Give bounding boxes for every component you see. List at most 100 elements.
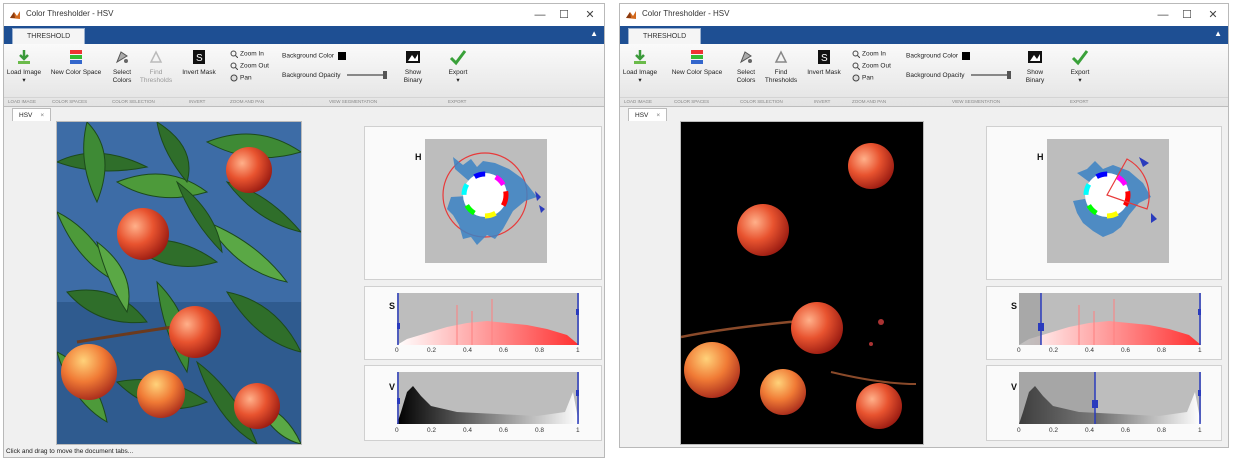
saturation-panel: S 0 0.2 0.4 0.6 0.8 1 [364,286,602,360]
pan-button[interactable]: Pan [852,74,874,82]
color-thresholder-window-1: Color Thresholder - HSV — ☐ ✕ THRESHOLD … [3,3,605,458]
original-image[interactable] [56,121,302,445]
tick-label: 0 [395,347,399,354]
group-label: COLOR SPACES [52,99,88,104]
ribbon-toolstrip: Load Image ▾ New Color Space Select Color… [620,44,1228,107]
close-button[interactable]: ✕ [1202,7,1224,23]
new-color-space-button[interactable]: New Color Space [46,48,106,77]
tick-label: 0.6 [499,347,509,354]
collapse-ribbon-icon[interactable]: ▲ [1214,29,1222,38]
value-histogram[interactable] [1019,372,1201,424]
saturation-histogram[interactable] [397,293,579,345]
close-button[interactable]: ✕ [579,7,601,23]
show-binary-button[interactable]: Show Binary [396,48,430,85]
load-image-button[interactable]: Load Image ▾ [622,48,658,85]
background-color-swatch[interactable] [962,52,971,60]
find-thresholds-button[interactable]: Find Thresholds [138,48,174,85]
maximize-button[interactable]: ☐ [1176,7,1198,23]
load-image-button[interactable]: Load Image ▾ [6,48,42,85]
pan-label: Pan [240,74,252,82]
invert-mask-button[interactable]: S Invert Mask [805,48,843,77]
saturation-panel: S 0 0.2 0.4 0.6 0.8 1 [986,286,1222,360]
export-label: Export [448,69,468,76]
tick-label: 0.4 [1085,427,1095,434]
svg-text:S: S [196,53,203,64]
hue-color-wheel [442,152,545,245]
background-opacity-slider[interactable] [346,71,387,80]
new-color-space-button[interactable]: New Color Space [666,48,728,77]
background-color-swatch[interactable] [338,52,347,60]
value-channel-label: V [389,382,396,392]
invert-mask-label: Invert Mask [182,69,216,76]
zoom-out-button[interactable]: Zoom Out [852,62,891,70]
title-bar[interactable]: Color Thresholder - HSV — ☐ ✕ [4,4,604,27]
group-label: INVERT [189,99,206,104]
export-label: Export [1070,69,1090,76]
background-opacity-control: Background Opacity [906,71,1011,80]
tick-label: 0.6 [1121,347,1131,354]
tab-threshold[interactable]: THRESHOLD [12,28,86,45]
select-colors-button[interactable]: Select Colors [109,48,135,85]
doc-tab-hsv[interactable]: HSV × [628,108,668,122]
tab-threshold[interactable]: THRESHOLD [628,28,702,45]
value-panel: V 0 0.2 0.4 0.6 0.8 1 [986,365,1222,441]
group-label: VIEW SEGMENTATION [952,99,1001,104]
background-color-control[interactable]: Background Color [906,52,971,60]
collapse-ribbon-icon[interactable]: ▲ [590,29,598,38]
zoom-out-label: Zoom Out [240,62,269,70]
find-thresholds-button[interactable]: Find Thresholds [762,48,800,85]
masked-image[interactable] [680,121,924,445]
zoom-out-button[interactable]: Zoom Out [230,62,269,70]
export-button[interactable]: Export ▾ [1066,48,1094,85]
ribbon-toolstrip: Load Image ▾ New Color Space Select Color… [4,44,604,107]
pan-button[interactable]: Pan [230,74,252,82]
select-colors-button[interactable]: Select Colors [732,48,760,85]
find-thresholds-icon [149,50,163,63]
show-binary-icon [406,51,420,63]
background-color-label: Background Color [282,52,335,60]
tick-label: 1 [1198,427,1202,434]
matlab-icon [626,11,636,19]
background-opacity-slider[interactable] [970,71,1011,80]
show-binary-button[interactable]: Show Binary [1018,48,1052,85]
tick-label: 0.6 [499,427,509,434]
export-button[interactable]: Export ▾ [444,48,472,85]
select-colors-icon [115,51,128,64]
hue-polar-histogram[interactable] [1047,139,1169,263]
ribbon-group-labels: LOAD IMAGE COLOR SPACES COLOR SELECTION … [620,97,1228,106]
invert-mask-icon: S [818,50,830,64]
tick-label: 0.4 [1085,347,1095,354]
close-tab-icon[interactable]: × [40,112,44,119]
maximize-button[interactable]: ☐ [553,7,575,23]
group-label: ZOOM AND PAN [230,99,265,104]
matlab-icon [10,11,20,19]
close-tab-icon[interactable]: × [656,112,660,119]
minimize-button[interactable]: — [1152,7,1174,23]
new-color-space-label: New Color Space [671,69,723,76]
saturation-histogram[interactable] [1019,293,1201,345]
background-color-control[interactable]: Background Color [282,52,347,60]
tick-label: 0.2 [427,347,437,354]
select-colors-label: Select Colors [736,69,756,84]
invert-mask-button[interactable]: S Invert Mask [180,48,218,77]
load-image-icon [18,50,30,64]
minimize-button[interactable]: — [529,7,551,23]
document-tab-bar: HSV × [4,107,604,122]
peach-tree-photo [57,122,301,444]
value-histogram[interactable] [397,372,579,424]
doc-tab-hsv[interactable]: HSV × [12,108,52,122]
color-space-icon [691,50,703,64]
find-thresholds-label: Find Thresholds [139,69,173,84]
masked-peaches [681,122,923,444]
background-color-label: Background Color [906,52,959,60]
zoom-in-button[interactable]: Zoom In [852,50,886,58]
group-label: INVERT [814,99,831,104]
doc-tab-label: HSV [19,112,33,119]
value-panel: V 0 0.2 0.4 0.6 0.8 1 [364,365,602,441]
group-label: COLOR SPACES [674,99,710,104]
hue-polar-histogram[interactable] [425,139,547,263]
zoom-in-button[interactable]: Zoom In [230,50,264,58]
select-colors-icon [739,51,752,64]
title-bar[interactable]: Color Thresholder - HSV — ☐ ✕ [620,4,1228,27]
tick-label: 0.8 [1157,347,1167,354]
